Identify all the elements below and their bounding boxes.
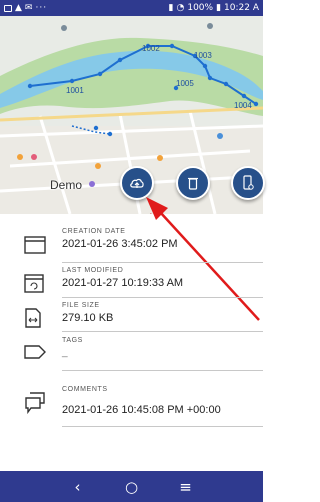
file-size-icon bbox=[25, 308, 41, 328]
last-modified-value: 2021-01-27 10:19:33 AM bbox=[62, 277, 184, 289]
last-modified-label: LAST MODIFIED bbox=[62, 267, 124, 274]
status-right: ▮ ◔ 100% ▮ 10:22 A bbox=[169, 3, 259, 13]
device-settings-button[interactable] bbox=[231, 166, 265, 200]
marker-1001: 1001 bbox=[66, 86, 84, 95]
comments-value: 2021-01-26 10:45:08 PM +00:00 bbox=[62, 404, 221, 416]
calendar-icon bbox=[24, 236, 46, 254]
divider bbox=[62, 426, 263, 427]
status-dots: ··· bbox=[35, 3, 48, 13]
creation-date-value: 2021-01-26 3:45:02 PM bbox=[62, 238, 178, 250]
system-nav-bar: ‹ ○ ≡ bbox=[0, 471, 263, 502]
divider bbox=[62, 262, 263, 263]
status-left: ▲ ✉ ··· bbox=[4, 3, 47, 13]
tags-row[interactable]: TAGS _ bbox=[0, 337, 263, 377]
marker-1003: 1003 bbox=[194, 51, 212, 60]
battery-percent: 100% bbox=[187, 3, 214, 13]
marker-1002: 1002 bbox=[142, 44, 160, 53]
tags-label: TAGS bbox=[62, 337, 83, 344]
marker-1005: 1005 bbox=[176, 79, 194, 88]
mail-icon: ✉ bbox=[24, 3, 33, 13]
cloud-upload-icon bbox=[130, 178, 144, 188]
battery-icon: ▮ bbox=[216, 3, 222, 13]
file-size-value: 279.10 KB bbox=[62, 312, 114, 324]
calendar-refresh-icon bbox=[24, 274, 44, 293]
wifi-icon: ◔ bbox=[176, 3, 185, 13]
divider bbox=[62, 331, 263, 332]
clock: 10:22 A bbox=[224, 3, 259, 13]
comments-icon bbox=[25, 392, 45, 414]
alarm-icon: ▲ bbox=[15, 3, 22, 13]
file-size-row: FILE SIZE 279.10 KB bbox=[0, 302, 263, 342]
recents-button[interactable]: ≡ bbox=[177, 478, 195, 496]
marker-1004: 1004 bbox=[234, 101, 252, 110]
status-bar: ▲ ✉ ··· ▮ ◔ 100% ▮ 10:22 A bbox=[0, 0, 263, 16]
tags-value: _ bbox=[62, 347, 68, 358]
divider bbox=[62, 370, 263, 371]
back-button[interactable]: ‹ bbox=[69, 478, 87, 496]
delete-button[interactable] bbox=[176, 166, 210, 200]
file-size-label: FILE SIZE bbox=[62, 302, 100, 309]
creation-date-label: CREATION DATE bbox=[62, 228, 126, 235]
map-place-label: Demo bbox=[50, 178, 83, 192]
comments-label: COMMENTS bbox=[62, 386, 108, 393]
main-road bbox=[0, 106, 263, 122]
last-modified-row: LAST MODIFIED 2021-01-27 10:19:33 AM bbox=[0, 267, 263, 307]
trash-icon bbox=[188, 177, 198, 190]
phone-settings-icon bbox=[243, 175, 254, 190]
signal-icon: ▮ bbox=[168, 3, 174, 13]
home-button[interactable]: ○ bbox=[123, 478, 141, 496]
divider bbox=[62, 297, 263, 298]
sim-icon bbox=[4, 4, 12, 12]
comments-row[interactable]: COMMENTS 2021-01-26 10:45:08 PM +00:00 bbox=[0, 386, 263, 430]
upload-button[interactable] bbox=[120, 166, 154, 200]
tag-icon bbox=[24, 345, 46, 359]
